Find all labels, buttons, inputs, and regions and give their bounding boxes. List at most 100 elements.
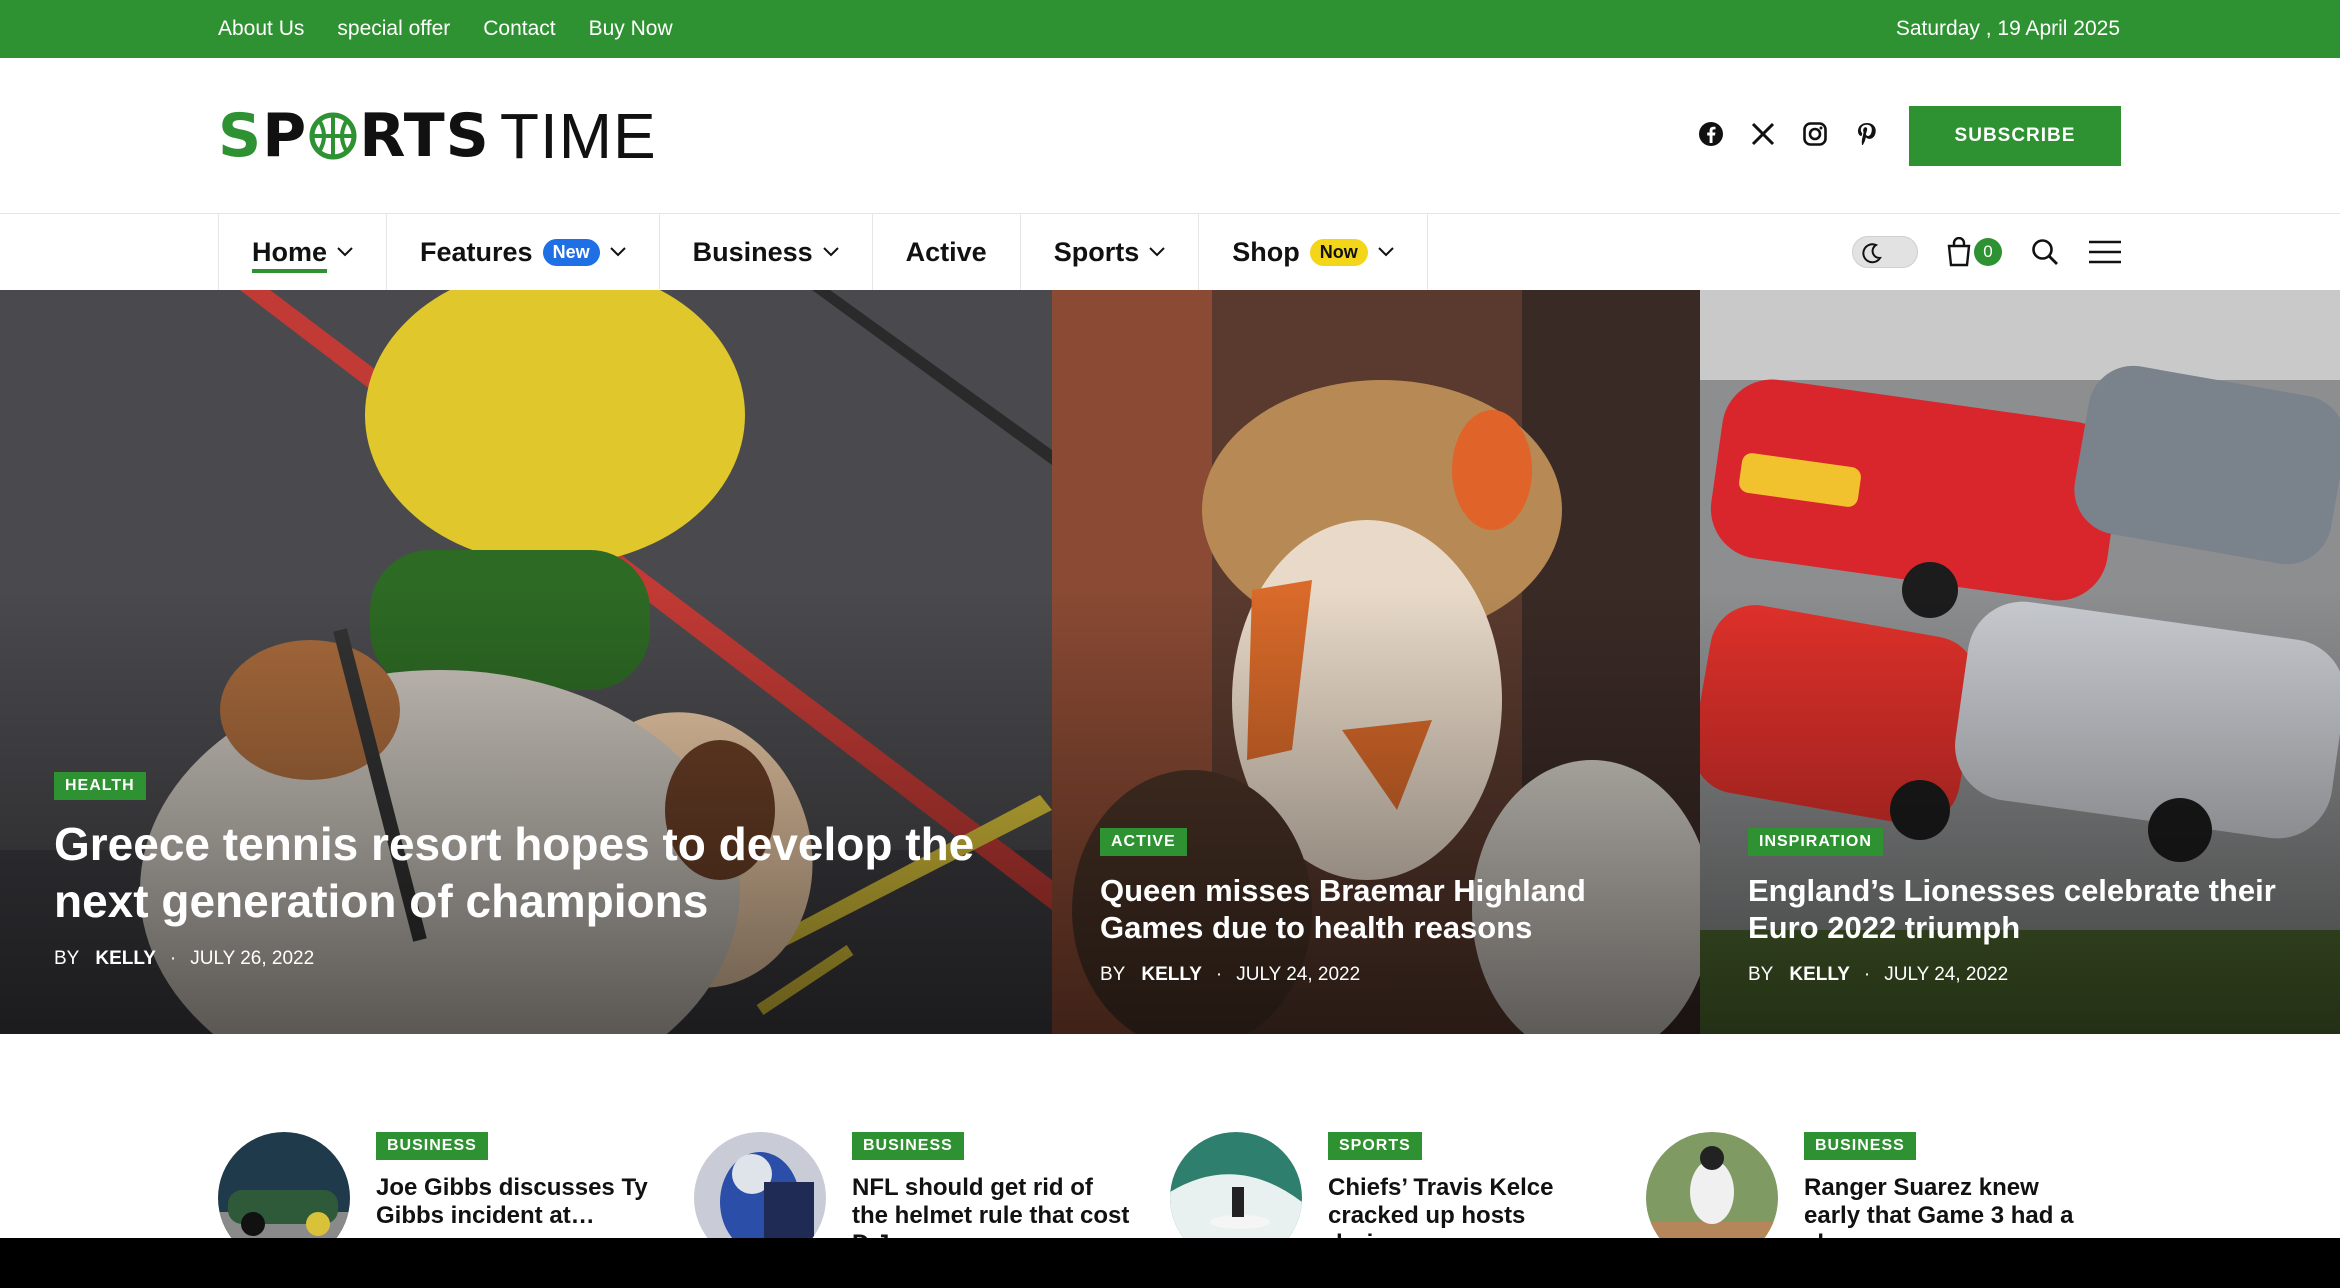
- search-icon[interactable]: [2030, 237, 2060, 267]
- nav-item-business[interactable]: Business: [660, 214, 873, 290]
- meta-separator: ·: [169, 948, 177, 969]
- hero-card-info: ACTIVE Queen misses Braemar Highland Gam…: [1100, 828, 1650, 986]
- cart-button[interactable]: 0: [1946, 236, 2002, 268]
- nav-item-active[interactable]: Active: [873, 214, 1021, 290]
- author-name[interactable]: KELLY: [1141, 964, 1202, 986]
- nav-tools: 0: [1852, 214, 2122, 290]
- thumbnail-baseball: [1646, 1132, 1778, 1238]
- by-label: BY: [1748, 964, 1774, 985]
- top-link-special-offer[interactable]: special offer: [337, 17, 450, 41]
- by-label: BY: [1100, 964, 1126, 985]
- thumbnail-race-car: [218, 1132, 350, 1238]
- site-logo[interactable]: SP RTS TIME: [218, 100, 657, 172]
- post-list: BUSINESS Joe Gibbs discusses Ty Gibbs in…: [218, 1132, 2122, 1238]
- hero-card-info: INSPIRATION England’s Lionesses celebrat…: [1748, 828, 2290, 986]
- post-date: JULY 24, 2022: [1236, 964, 1361, 985]
- hamburger-menu-icon[interactable]: [2088, 239, 2122, 265]
- nav-item-label: Features: [420, 236, 533, 267]
- meta-separator: ·: [1215, 964, 1223, 985]
- logo-sports: SP RTS: [218, 101, 490, 171]
- pinterest-icon[interactable]: [1854, 121, 1880, 147]
- chevron-down-icon: [822, 247, 839, 257]
- category-tag[interactable]: HEALTH: [54, 772, 146, 800]
- category-tag[interactable]: ACTIVE: [1100, 828, 1187, 856]
- post-meta: BY KELLY · JULY 24, 2022: [1100, 964, 1650, 986]
- thumbnail-football: [694, 1132, 826, 1238]
- logo-rts: RTS: [359, 101, 490, 171]
- hero-title[interactable]: England’s Lionesses celebrate their Euro…: [1748, 872, 2308, 946]
- nav-item-label: Home: [252, 236, 328, 267]
- top-link-buy-now[interactable]: Buy Now: [589, 17, 673, 41]
- list-item-text: SPORTS Chiefs’ Travis Kelce cracked up h…: [1328, 1132, 1608, 1238]
- category-tag[interactable]: BUSINESS: [376, 1132, 488, 1160]
- moon-icon: [1862, 243, 1882, 264]
- logo-p: P: [262, 101, 308, 171]
- dark-mode-toggle[interactable]: [1852, 236, 1918, 268]
- thumbnail-surfer: [1170, 1132, 1302, 1238]
- new-badge: New: [542, 238, 600, 266]
- author-name[interactable]: KELLY: [95, 948, 156, 970]
- basketball-icon: [309, 112, 357, 160]
- hero-title[interactable]: Greece tennis resort hopes to develop th…: [54, 816, 1014, 930]
- post-date: JULY 24, 2022: [1884, 964, 2009, 985]
- list-item-text: BUSINESS Joe Gibbs discusses Ty Gibbs in…: [376, 1132, 656, 1238]
- category-tag[interactable]: BUSINESS: [1804, 1132, 1916, 1160]
- list-item-title[interactable]: Chiefs’ Travis Kelce cracked up hosts du…: [1328, 1174, 1608, 1238]
- current-date: Saturday , 19 April 2025: [1895, 17, 2120, 40]
- list-item[interactable]: BUSINESS Ranger Suarez knew early that G…: [1646, 1132, 2122, 1238]
- nav-item-label: Active: [905, 236, 987, 267]
- bottom-black-bar: [0, 1238, 2340, 1288]
- x-icon[interactable]: [1750, 121, 1776, 147]
- top-bar: About Us special offer Contact Buy Now S…: [0, 0, 2340, 58]
- post-meta: BY KELLY · JULY 26, 2022: [54, 948, 1002, 970]
- top-link-contact[interactable]: Contact: [483, 17, 555, 41]
- hero-card-2[interactable]: ACTIVE Queen misses Braemar Highland Gam…: [1052, 290, 1700, 1034]
- top-links: About Us special offer Contact Buy Now: [218, 0, 673, 58]
- list-item[interactable]: BUSINESS NFL should get rid of the helme…: [694, 1132, 1170, 1238]
- post-date: JULY 26, 2022: [190, 948, 315, 969]
- list-item-title[interactable]: NFL should get rid of the helmet rule th…: [852, 1174, 1132, 1238]
- cart-count: 0: [1974, 238, 2002, 266]
- list-item-title[interactable]: Ranger Suarez knew early that Game 3 had…: [1804, 1174, 2084, 1238]
- nav-item-shop[interactable]: Shop Now: [1199, 214, 1428, 290]
- subscribe-button[interactable]: SUBSCRIBE: [1909, 106, 2121, 166]
- category-tag[interactable]: SPORTS: [1328, 1132, 1422, 1160]
- hero-title[interactable]: Queen misses Braemar Highland Games due …: [1100, 872, 1620, 946]
- hero-card-info: HEALTH Greece tennis resort hopes to dev…: [54, 772, 1002, 970]
- site-header: SP RTS TIME SUBSCRIBE: [0, 58, 2340, 214]
- nav-item-label: Shop: [1232, 236, 1300, 267]
- social-links: [1698, 121, 1880, 147]
- nav-item-features[interactable]: Features New: [387, 214, 660, 290]
- chevron-down-icon: [337, 247, 353, 257]
- nav-item-label: Sports: [1053, 236, 1140, 267]
- category-tag[interactable]: INSPIRATION: [1748, 828, 1883, 856]
- list-item-text: BUSINESS Ranger Suarez knew early that G…: [1804, 1132, 2084, 1238]
- top-link-about[interactable]: About Us: [218, 17, 304, 41]
- post-meta: BY KELLY · JULY 24, 2022: [1748, 964, 2290, 986]
- logo-time: TIME: [499, 100, 657, 172]
- facebook-icon[interactable]: [1698, 121, 1724, 147]
- chevron-down-icon: [1378, 247, 1394, 257]
- hero-grid: HEALTH Greece tennis resort hopes to dev…: [0, 290, 2340, 1034]
- shopping-bag-icon: [1947, 237, 1971, 267]
- nav-item-home[interactable]: Home: [219, 214, 388, 290]
- nav-item-sports[interactable]: Sports: [1021, 214, 1200, 290]
- list-item-text: BUSINESS NFL should get rid of the helme…: [852, 1132, 1132, 1238]
- list-item-title[interactable]: Joe Gibbs discusses Ty Gibbs incident at…: [376, 1174, 656, 1230]
- nav-item-label: Business: [692, 236, 813, 267]
- meta-separator: ·: [1863, 964, 1871, 985]
- hero-card-1[interactable]: HEALTH Greece tennis resort hopes to dev…: [0, 290, 1052, 1034]
- main-nav: Home Features New Business Active Sports…: [0, 214, 2340, 290]
- author-name[interactable]: KELLY: [1789, 964, 1850, 986]
- list-item[interactable]: SPORTS Chiefs’ Travis Kelce cracked up h…: [1170, 1132, 1646, 1238]
- hero-card-3[interactable]: INSPIRATION England’s Lionesses celebrat…: [1700, 290, 2340, 1034]
- instagram-icon[interactable]: [1802, 121, 1828, 147]
- chevron-down-icon: [609, 247, 626, 257]
- now-badge: Now: [1309, 238, 1368, 266]
- list-item[interactable]: BUSINESS Joe Gibbs discusses Ty Gibbs in…: [218, 1132, 694, 1238]
- by-label: BY: [54, 948, 80, 969]
- logo-s: S: [218, 101, 263, 171]
- nav-items: Home Features New Business Active Sports…: [218, 214, 1428, 290]
- category-tag[interactable]: BUSINESS: [852, 1132, 964, 1160]
- page: About Us special offer Contact Buy Now S…: [0, 0, 2340, 1238]
